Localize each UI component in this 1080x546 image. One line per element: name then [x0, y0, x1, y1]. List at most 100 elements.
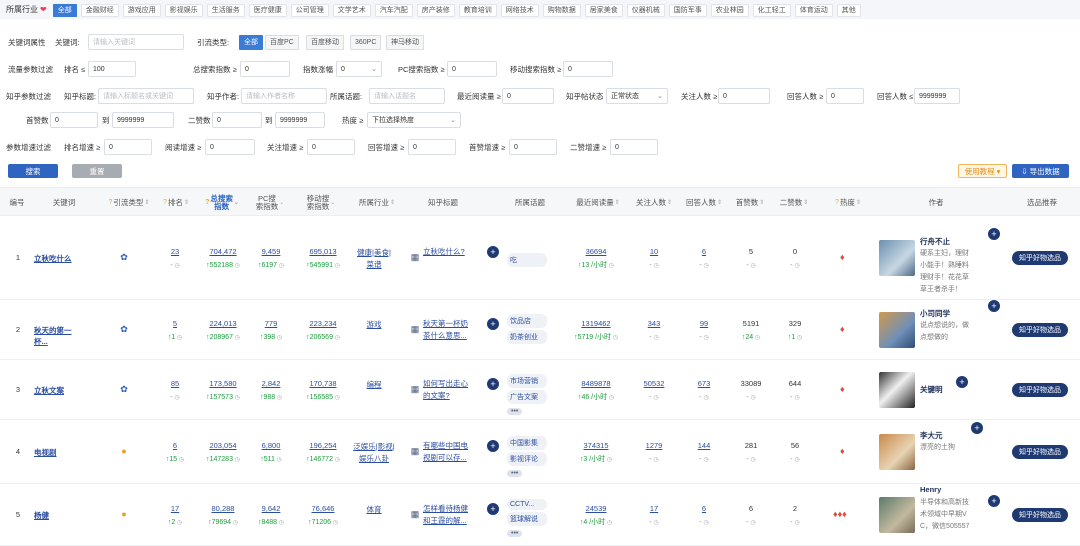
- industry-chip[interactable]: 生活服务: [206, 3, 245, 17]
- heat-select[interactable]: 下拉选择热度 ⌄: [367, 112, 461, 128]
- traffic-type-option[interactable]: 百度移动: [306, 35, 344, 50]
- total-index-value[interactable]: 224,013: [198, 319, 248, 328]
- followers-value[interactable]: 17: [634, 504, 674, 513]
- keyword-link[interactable]: 电视剧: [34, 447, 84, 458]
- zhihu-title-input[interactable]: 请输入标题名或关键词: [98, 88, 194, 104]
- rank-max-input[interactable]: 100: [88, 61, 136, 77]
- industry-chip[interactable]: 体育运动: [794, 3, 833, 17]
- topic-tag[interactable]: CCTV...: [507, 499, 547, 510]
- pc-index-value[interactable]: 9,642: [250, 504, 292, 513]
- recommend-button[interactable]: 知乎好物选品: [1012, 445, 1068, 459]
- total-index-value[interactable]: 80,288: [198, 504, 248, 513]
- reset-button[interactable]: 重置: [72, 164, 122, 178]
- author-name[interactable]: 行舟不止: [920, 236, 950, 247]
- col-recent-read[interactable]: 最近阅读量 ⇕: [568, 188, 628, 217]
- author-name[interactable]: 李大元: [920, 430, 943, 441]
- keyword-link[interactable]: 秋天的第一杯...: [34, 325, 84, 347]
- recent-read-input[interactable]: 0: [502, 88, 554, 104]
- followers-value[interactable]: 1279: [634, 441, 674, 450]
- author-avatar[interactable]: [879, 312, 915, 348]
- recommend-button[interactable]: 知乎好物选品: [1012, 383, 1068, 397]
- col-heat[interactable]: ? 热度 ⇕: [826, 188, 870, 217]
- total-index-value[interactable]: 173,580: [198, 379, 248, 388]
- total-index-input[interactable]: 0: [240, 61, 290, 77]
- keyword-input[interactable]: 请输入关键词: [88, 34, 184, 50]
- follow-author-button[interactable]: +: [956, 376, 968, 388]
- traffic-type-option[interactable]: 360PC: [350, 35, 382, 50]
- col-second-likes[interactable]: 二赞数 ⇕: [774, 188, 814, 217]
- topic-tag[interactable]: 篮球解说: [507, 512, 547, 526]
- topic-tag[interactable]: 奶茶创业: [507, 330, 547, 344]
- topic-tag[interactable]: 饮品店: [507, 314, 547, 328]
- zhihu-author-input[interactable]: 请输入作者名称: [241, 88, 327, 104]
- mobile-index-value[interactable]: 76,646: [300, 504, 346, 513]
- col-traffic-type[interactable]: ? 引流类型 ⇕: [100, 188, 158, 217]
- follow-growth-input[interactable]: 0: [307, 139, 355, 155]
- answers-value[interactable]: 6: [684, 247, 724, 256]
- industry-chip[interactable]: 医疗健康: [248, 3, 287, 17]
- index-change-select[interactable]: 0 ⌄: [336, 61, 382, 77]
- industry-tag[interactable]: 健康|美食|: [350, 247, 398, 259]
- recommend-button[interactable]: 知乎好物选品: [1012, 508, 1068, 522]
- industry-chip[interactable]: 房产装修: [416, 3, 455, 17]
- col-followers[interactable]: 关注人数 ⇕: [632, 188, 676, 217]
- industry-chip[interactable]: 游戏应用: [122, 3, 161, 17]
- qrcode-icon[interactable]: ▦: [410, 509, 420, 520]
- qrcode-icon[interactable]: ▦: [410, 324, 420, 335]
- keyword-link[interactable]: 立秋吃什么: [34, 253, 84, 264]
- industry-chip[interactable]: 教育培训: [458, 3, 497, 17]
- answers-value[interactable]: 6: [684, 504, 724, 513]
- col-pc-index[interactable]: PC搜 索指数 ⌄: [250, 188, 290, 217]
- recent-read-value[interactable]: 24539: [566, 504, 626, 513]
- industry-chip[interactable]: 汽车汽配: [374, 3, 413, 17]
- rank-value[interactable]: 23: [160, 247, 190, 256]
- author-avatar[interactable]: [879, 372, 915, 408]
- industry-tag[interactable]: 娱乐八卦: [350, 453, 398, 465]
- answers-value[interactable]: 99: [684, 319, 724, 328]
- col-first-likes[interactable]: 首赞数 ⇕: [730, 188, 770, 217]
- rank-value[interactable]: 6: [160, 441, 190, 450]
- followers-value[interactable]: 343: [634, 319, 674, 328]
- industry-chip[interactable]: 影视娱乐: [164, 3, 203, 17]
- answers-max-input[interactable]: 9999999: [914, 88, 960, 104]
- col-answers[interactable]: 回答人数 ⇕: [682, 188, 726, 217]
- mobile-index-value[interactable]: 170,738: [300, 379, 346, 388]
- topic-tag[interactable]: 中国影集: [507, 436, 547, 450]
- industry-chip[interactable]: 金融财经: [80, 3, 119, 17]
- col-total-index[interactable]: ? 总搜索 指数 ⌄: [198, 188, 246, 217]
- topic-tag[interactable]: 影视评论: [507, 452, 547, 466]
- industry-chip[interactable]: 购物数据: [542, 3, 581, 17]
- industry-tag[interactable]: 游戏: [350, 319, 398, 331]
- keyword-link[interactable]: 立秋文案: [34, 385, 84, 396]
- industry-chip[interactable]: 文学艺术: [332, 3, 371, 17]
- search-button[interactable]: 搜索: [8, 164, 58, 178]
- likes-min-input[interactable]: 0: [50, 112, 98, 128]
- qrcode-icon[interactable]: ▦: [410, 252, 420, 263]
- industry-chip[interactable]: 网络技术: [500, 3, 539, 17]
- author-avatar[interactable]: [879, 497, 915, 533]
- tutorial-button[interactable]: 使用教程 ▾: [958, 164, 1007, 178]
- recent-read-value[interactable]: 374315: [566, 441, 626, 450]
- add-topic-button[interactable]: +: [487, 503, 499, 515]
- mobile-index-value[interactable]: 695,013: [300, 247, 346, 256]
- industry-tag[interactable]: 体育: [350, 504, 398, 516]
- mobile-index-value[interactable]: 223,234: [300, 319, 346, 328]
- author-name[interactable]: Henry: [920, 485, 941, 494]
- qrcode-icon[interactable]: ▦: [410, 384, 420, 395]
- col-mobile-index[interactable]: 移动搜 索指数 ⌄: [300, 188, 342, 217]
- post-status-select[interactable]: 正常状态 ⌄: [606, 88, 668, 104]
- first-growth-input[interactable]: 0: [509, 139, 557, 155]
- topic-tag[interactable]: 吃: [507, 253, 547, 267]
- recommend-button[interactable]: 知乎好物选品: [1012, 323, 1068, 337]
- author-avatar[interactable]: [879, 240, 915, 276]
- rank-growth-input[interactable]: 0: [104, 139, 152, 155]
- mobile-index-value[interactable]: 196,254: [300, 441, 346, 450]
- more-topics-button[interactable]: •••: [507, 470, 523, 477]
- zhihu-title-link[interactable]: 有哪些中国电 视剧可以存...: [423, 440, 479, 464]
- likes-max-input[interactable]: 9999999: [112, 112, 174, 128]
- export-button[interactable]: ⇩ 导出数据: [1012, 164, 1069, 178]
- followers-input[interactable]: 0: [718, 88, 770, 104]
- answers-value[interactable]: 144: [684, 441, 724, 450]
- followers-value[interactable]: 50532: [634, 379, 674, 388]
- industry-chip[interactable]: 国防军事: [668, 3, 707, 17]
